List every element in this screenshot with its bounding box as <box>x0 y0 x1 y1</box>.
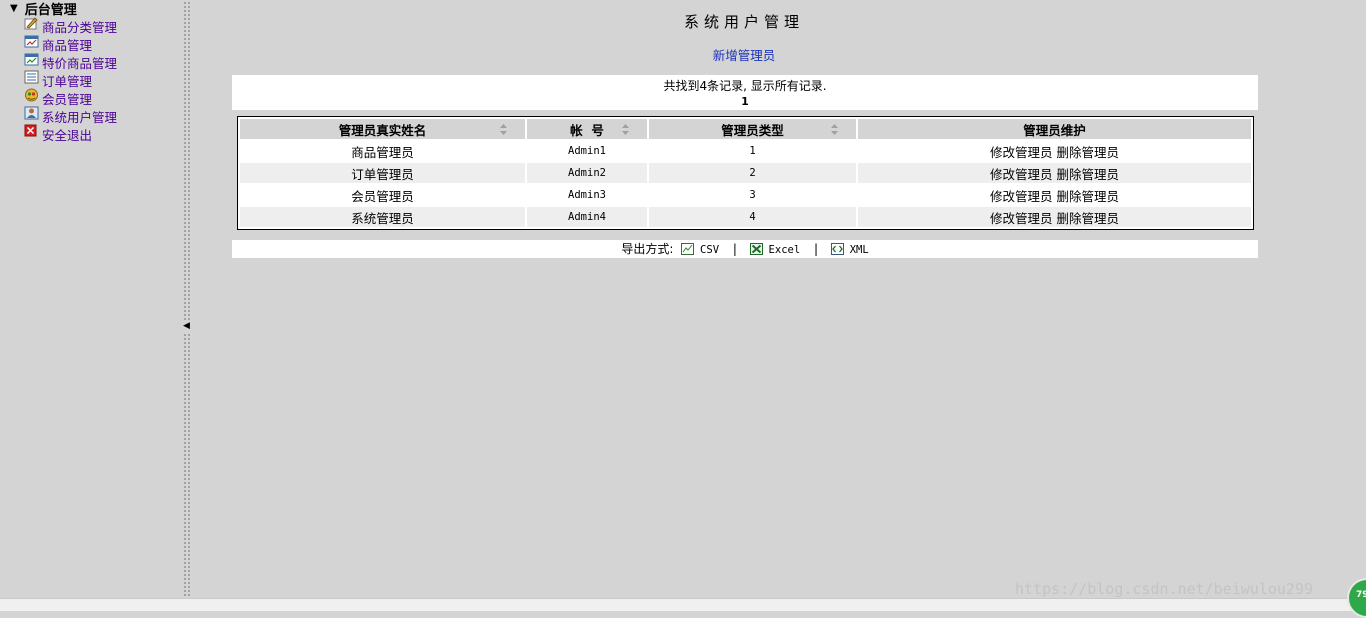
tree-root-label: 后台管理 <box>24 2 77 18</box>
sidebar-item-label: 系统用户管理 <box>42 109 118 125</box>
export-label: 导出方式: <box>621 242 674 256</box>
cell-type: 4 <box>649 207 856 227</box>
csv-icon[interactable] <box>681 243 695 255</box>
add-admin-link[interactable]: 新增管理员 <box>191 45 1297 64</box>
admin-table-container: 管理员真实姓名 帐 号 管理员类型 管理员维护 商品管理员 Admin1 1 修… <box>237 116 1254 230</box>
sort-icon[interactable] <box>622 124 629 135</box>
status-bar <box>0 598 1366 611</box>
page-title: 系统用户管理 <box>683 13 804 31</box>
exit-icon <box>24 124 37 137</box>
export-csv-link[interactable]: CSV <box>700 244 719 256</box>
cell-name: 会员管理员 <box>240 185 525 205</box>
excel-icon[interactable] <box>749 243 763 255</box>
cell-account: Admin1 <box>527 141 647 161</box>
sidebar-item-label: 会员管理 <box>42 91 93 107</box>
table-row: 商品管理员 Admin1 1 修改管理员 删除管理员 <box>240 141 1251 161</box>
edit-admin-link[interactable]: 修改管理员 <box>990 145 1053 160</box>
cell-type: 2 <box>649 163 856 183</box>
sidebar-item-goods[interactable]: 商品管理 <box>24 35 117 53</box>
export-xml-link[interactable]: XML <box>850 244 869 256</box>
column-header-type[interactable]: 管理员类型 <box>649 119 856 139</box>
category-icon <box>24 17 38 30</box>
collapse-arrow-icon[interactable]: ◀ <box>183 320 190 332</box>
goods-icon <box>24 35 39 48</box>
sidebar-item-order[interactable]: 订单管理 <box>24 70 117 89</box>
delete-admin-link[interactable]: 删除管理员 <box>1056 211 1119 226</box>
order-icon <box>24 70 39 84</box>
record-count-text: 共找到4条记录, 显示所有记录. <box>663 79 827 93</box>
page-number[interactable]: 1 <box>232 95 1258 108</box>
cell-actions: 修改管理员 删除管理员 <box>858 185 1251 205</box>
cell-actions: 修改管理员 删除管理员 <box>858 207 1251 227</box>
sort-icon[interactable] <box>500 124 507 135</box>
sidebar-item-member[interactable]: 会员管理 <box>24 88 117 107</box>
frame-splitter[interactable]: ◀ <box>182 0 191 598</box>
cell-actions: 修改管理员 删除管理员 <box>858 141 1251 161</box>
admin-table: 管理员真实姓名 帐 号 管理员类型 管理员维护 商品管理员 Admin1 1 修… <box>238 117 1253 229</box>
table-row: 订单管理员 Admin2 2 修改管理员 删除管理员 <box>240 163 1251 183</box>
column-header-account[interactable]: 帐 号 <box>527 119 647 139</box>
cell-account: Admin2 <box>527 163 647 183</box>
main-content: 系统用户管理 新增管理员 共找到4条记录, 显示所有记录. 1 管理员真实姓名 … <box>191 0 1366 598</box>
system-user-icon <box>24 106 39 120</box>
separator: | <box>813 242 819 256</box>
cell-account: Admin3 <box>527 185 647 205</box>
export-bar: 导出方式: CSV | Excel | XML <box>232 240 1258 258</box>
separator: | <box>732 242 737 256</box>
cell-name: 商品管理员 <box>240 141 525 161</box>
cell-actions: 修改管理员 删除管理员 <box>858 163 1251 183</box>
sort-icon[interactable] <box>831 124 838 135</box>
sidebar-item-label: 商品分类管理 <box>42 19 118 35</box>
tree-root[interactable]: ▼ 后台管理 <box>10 0 77 18</box>
xml-icon[interactable] <box>830 243 844 255</box>
sidebar-item-category[interactable]: 商品分类管理 <box>24 17 117 35</box>
sidebar-menu: 商品分类管理 商品管理 特价商品管理 订单管理 会员管理 系统用户管理 安全退出 <box>24 17 117 143</box>
sidebar-item-label: 订单管理 <box>42 73 93 89</box>
expand-arrow-icon[interactable]: ▼ <box>10 3 18 14</box>
column-header-maintenance: 管理员维护 <box>858 119 1251 139</box>
record-info: 共找到4条记录, 显示所有记录. 1 <box>232 75 1258 110</box>
cell-type: 1 <box>649 141 856 161</box>
sidebar-item-system-user[interactable]: 系统用户管理 <box>24 106 118 125</box>
table-header-row: 管理员真实姓名 帐 号 管理员类型 管理员维护 <box>240 119 1251 139</box>
member-icon <box>25 88 38 102</box>
delete-admin-link[interactable]: 删除管理员 <box>1056 145 1119 160</box>
edit-admin-link[interactable]: 修改管理员 <box>990 167 1053 182</box>
edit-admin-link[interactable]: 修改管理员 <box>990 189 1053 204</box>
cell-name: 订单管理员 <box>240 163 525 183</box>
cell-name: 系统管理员 <box>240 207 525 227</box>
sidebar-item-exit[interactable]: 安全退出 <box>24 124 117 143</box>
table-row: 会员管理员 Admin3 3 修改管理员 删除管理员 <box>240 185 1251 205</box>
sidebar-item-label: 商品管理 <box>42 37 93 53</box>
export-excel-link[interactable]: Excel <box>769 244 801 256</box>
edit-admin-link[interactable]: 修改管理员 <box>990 211 1053 226</box>
delete-admin-link[interactable]: 删除管理员 <box>1056 167 1119 182</box>
sidebar: ▼ 后台管理 商品分类管理 商品管理 特价商品管理 订单管理 会员管理 系统用户… <box>0 0 182 598</box>
sidebar-item-special-goods[interactable]: 特价商品管理 <box>24 53 117 71</box>
sidebar-item-label: 安全退出 <box>42 127 93 143</box>
special-goods-icon <box>24 53 39 66</box>
cell-account: Admin4 <box>527 207 647 227</box>
table-row: 系统管理员 Admin4 4 修改管理员 删除管理员 <box>240 207 1251 227</box>
cell-type: 3 <box>649 185 856 205</box>
column-header-name[interactable]: 管理员真实姓名 <box>240 119 525 139</box>
sidebar-item-label: 特价商品管理 <box>42 55 118 71</box>
watermark-text: https://blog.csdn.net/beiwulou299 <box>1015 580 1314 598</box>
delete-admin-link[interactable]: 删除管理员 <box>1056 189 1119 204</box>
